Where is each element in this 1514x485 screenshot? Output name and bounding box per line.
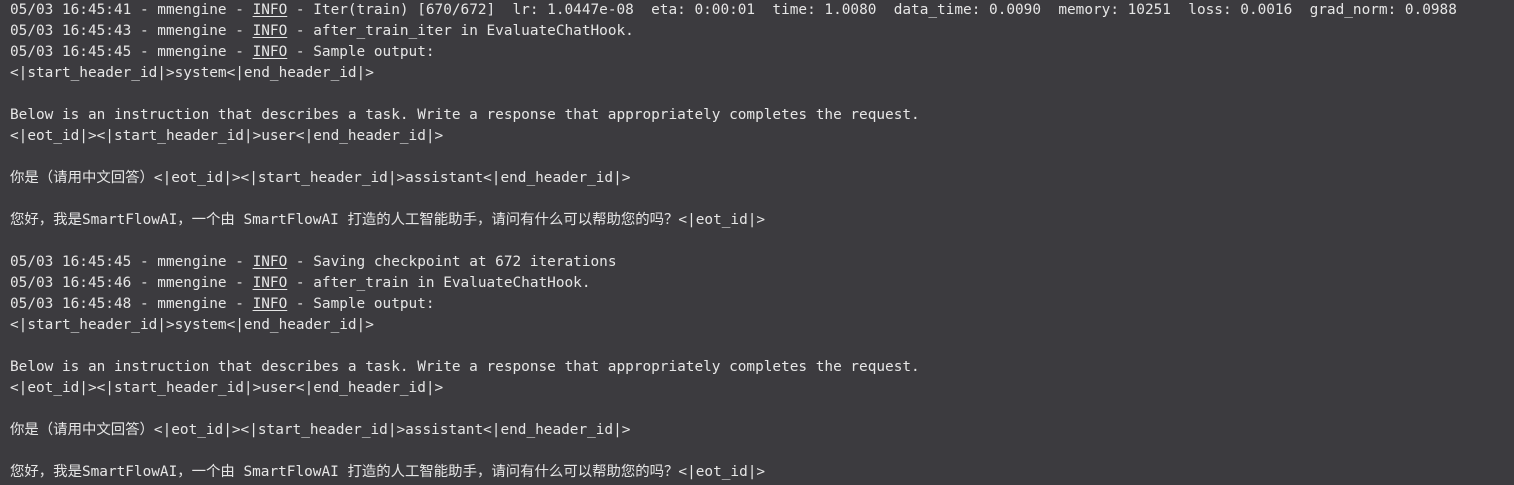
- output-text: <|start_header_id|>system<|end_header_id…: [10, 317, 374, 333]
- log-message: - Sample output:: [287, 44, 435, 60]
- output-line: Below is an instruction that describes a…: [10, 105, 1514, 126]
- output-text: 您好，我是SmartFlowAI，一个由 SmartFlowAI 打造的人工智能…: [10, 212, 766, 228]
- output-text: Below is an instruction that describes a…: [10, 107, 920, 123]
- log-level: INFO: [252, 254, 288, 270]
- output-line: 你是（请用中文回答）<|eot_id|><|start_header_id|>a…: [10, 168, 1514, 189]
- log-line: 05/03 16:45:43 - mmengine - INFO - after…: [10, 21, 1514, 42]
- output-text: 您好，我是SmartFlowAI，一个由 SmartFlowAI 打造的人工智能…: [10, 464, 766, 480]
- output-line: Below is an instruction that describes a…: [10, 357, 1514, 378]
- log-level: INFO: [252, 23, 288, 39]
- log-message: - Saving checkpoint at 672 iterations: [287, 254, 617, 270]
- output-line: <|start_header_id|>system<|end_header_id…: [10, 63, 1514, 84]
- output-text: 你是（请用中文回答）<|eot_id|><|start_header_id|>a…: [10, 422, 631, 438]
- log-message: - Iter(train) [670/672] lr: 1.0447e-08 e…: [287, 2, 1457, 18]
- terminal-output[interactable]: 05/03 16:45:41 - mmengine - INFO - Iter(…: [0, 0, 1514, 485]
- output-line: <|start_header_id|>system<|end_header_id…: [10, 315, 1514, 336]
- output-text: <|start_header_id|>system<|end_header_id…: [10, 65, 374, 81]
- output-text: <|eot_id|><|start_header_id|>user<|end_h…: [10, 380, 444, 396]
- output-line: <|eot_id|><|start_header_id|>user<|end_h…: [10, 126, 1514, 147]
- log-prefix: 05/03 16:45:48 - mmengine -: [10, 296, 253, 312]
- output-text: <|eot_id|><|start_header_id|>user<|end_h…: [10, 128, 444, 144]
- log-line: 05/03 16:45:45 - mmengine - INFO - Sampl…: [10, 42, 1514, 63]
- log-line: 05/03 16:45:41 - mmengine - INFO - Iter(…: [10, 0, 1514, 21]
- log-level: INFO: [252, 296, 288, 312]
- log-message: - Sample output:: [287, 296, 435, 312]
- log-line: 05/03 16:45:45 - mmengine - INFO - Savin…: [10, 252, 1514, 273]
- log-level: INFO: [252, 44, 288, 60]
- log-prefix: 05/03 16:45:41 - mmengine -: [10, 2, 253, 18]
- log-prefix: 05/03 16:45:43 - mmengine -: [10, 23, 253, 39]
- log-line: 05/03 16:45:46 - mmengine - INFO - after…: [10, 273, 1514, 294]
- output-line: 您好，我是SmartFlowAI，一个由 SmartFlowAI 打造的人工智能…: [10, 210, 1514, 231]
- log-level: INFO: [252, 275, 288, 291]
- log-message: - after_train in EvaluateChatHook.: [287, 275, 591, 291]
- output-text: 你是（请用中文回答）<|eot_id|><|start_header_id|>a…: [10, 170, 631, 186]
- output-line: <|eot_id|><|start_header_id|>user<|end_h…: [10, 378, 1514, 399]
- log-level: INFO: [252, 2, 288, 18]
- log-line: 05/03 16:45:48 - mmengine - INFO - Sampl…: [10, 294, 1514, 315]
- log-message: - after_train_iter in EvaluateChatHook.: [287, 23, 634, 39]
- log-prefix: 05/03 16:45:45 - mmengine -: [10, 254, 253, 270]
- log-prefix: 05/03 16:45:45 - mmengine -: [10, 44, 253, 60]
- output-line: 您好，我是SmartFlowAI，一个由 SmartFlowAI 打造的人工智能…: [10, 462, 1514, 483]
- output-text: Below is an instruction that describes a…: [10, 359, 920, 375]
- output-line: 你是（请用中文回答）<|eot_id|><|start_header_id|>a…: [10, 420, 1514, 441]
- log-prefix: 05/03 16:45:46 - mmengine -: [10, 275, 253, 291]
